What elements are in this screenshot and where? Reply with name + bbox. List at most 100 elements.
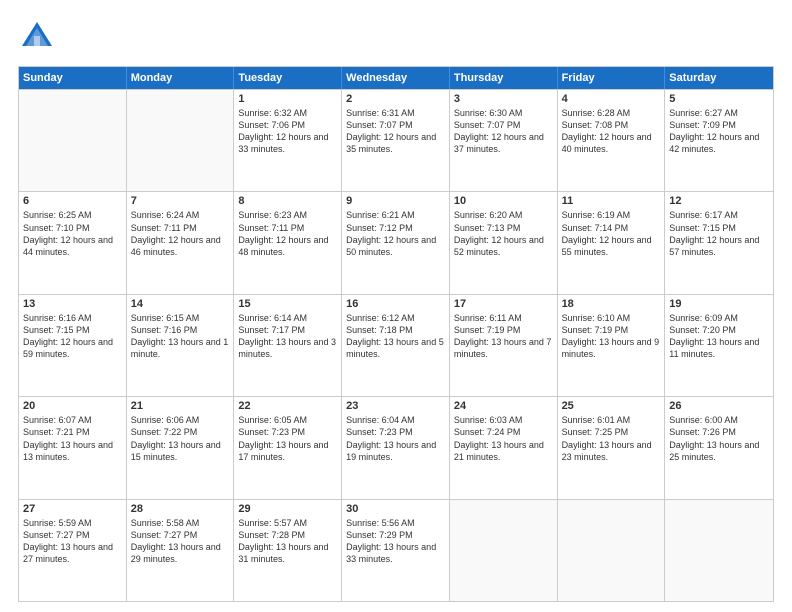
calendar-cell-3-6: 26 Sunrise: 6:00 AM Sunset: 7:26 PM Dayli… [665, 397, 773, 498]
calendar: SundayMondayTuesdayWednesdayThursdayFrid… [18, 66, 774, 602]
header-day-thursday: Thursday [450, 67, 558, 89]
calendar-cell-4-4 [450, 500, 558, 601]
calendar-cell-1-6: 12 Sunrise: 6:17 AM Sunset: 7:15 PM Dayli… [665, 192, 773, 293]
day-number: 1 [238, 93, 337, 105]
calendar-cell-3-0: 20Sunrise: 6:07 AM Sunset: 7:21 PM Dayli… [19, 397, 127, 498]
day-number: 18 [562, 298, 661, 310]
day-number: 8 [238, 195, 337, 207]
cell-text: Sunrise: 6:10 AM Sunset: 7:19 PM Dayligh… [562, 312, 661, 361]
logo-icon [18, 18, 56, 56]
calendar-cell-4-0: 27 Sunrise: 5:59 AM Sunset: 7:27 PM Dayli… [19, 500, 127, 601]
cell-text: Sunrise: 6:16 AM Sunset: 7:15 PM Dayligh… [23, 312, 122, 361]
calendar-cell-2-2: 15Sunrise: 6:14 AM Sunset: 7:17 PM Dayli… [234, 295, 342, 396]
cell-text: Sunrise: 5:57 AM Sunset: 7:28 PM Dayligh… [238, 517, 337, 566]
calendar-row-3: 20Sunrise: 6:07 AM Sunset: 7:21 PM Dayli… [19, 396, 773, 498]
day-number: 13 [23, 298, 122, 310]
cell-text: Sunrise: 6:24 AM Sunset: 7:11 PM Dayligh… [131, 209, 230, 258]
calendar-cell-2-1: 14 Sunrise: 6:15 AM Sunset: 7:16 PM Dayli… [127, 295, 235, 396]
cell-text: Sunrise: 5:56 AM Sunset: 7:29 PM Dayligh… [346, 517, 445, 566]
cell-text: Sunrise: 6:20 AM Sunset: 7:13 PM Dayligh… [454, 209, 553, 258]
calendar-cell-3-4: 24 Sunrise: 6:03 AM Sunset: 7:24 PM Dayli… [450, 397, 558, 498]
cell-text: Sunrise: 6:28 AM Sunset: 7:08 PM Dayligh… [562, 107, 661, 156]
calendar-cell-0-5: 4 Sunrise: 6:28 AM Sunset: 7:08 PM Daylig… [558, 90, 666, 191]
cell-text: Sunrise: 6:25 AM Sunset: 7:10 PM Dayligh… [23, 209, 122, 258]
day-number: 28 [131, 503, 230, 515]
day-number: 26 [669, 400, 769, 412]
header-day-saturday: Saturday [665, 67, 773, 89]
calendar-cell-0-3: 2 Sunrise: 6:31 AM Sunset: 7:07 PM Daylig… [342, 90, 450, 191]
calendar-cell-1-4: 10Sunrise: 6:20 AM Sunset: 7:13 PM Dayli… [450, 192, 558, 293]
day-number: 12 [669, 195, 769, 207]
calendar-cell-4-2: 29 Sunrise: 5:57 AM Sunset: 7:28 PM Dayli… [234, 500, 342, 601]
cell-text: Sunrise: 6:27 AM Sunset: 7:09 PM Dayligh… [669, 107, 769, 156]
calendar-cell-3-5: 25 Sunrise: 6:01 AM Sunset: 7:25 PM Dayli… [558, 397, 666, 498]
calendar-cell-1-1: 7 Sunrise: 6:24 AM Sunset: 7:11 PM Daylig… [127, 192, 235, 293]
calendar-cell-3-3: 23Sunrise: 6:04 AM Sunset: 7:23 PM Dayli… [342, 397, 450, 498]
day-number: 27 [23, 503, 122, 515]
day-number: 11 [562, 195, 661, 207]
day-number: 17 [454, 298, 553, 310]
cell-text: Sunrise: 5:58 AM Sunset: 7:27 PM Dayligh… [131, 517, 230, 566]
cell-text: Sunrise: 6:06 AM Sunset: 7:22 PM Dayligh… [131, 414, 230, 463]
day-number: 19 [669, 298, 769, 310]
header-day-monday: Monday [127, 67, 235, 89]
calendar-cell-4-1: 28 Sunrise: 5:58 AM Sunset: 7:27 PM Dayli… [127, 500, 235, 601]
calendar-row-2: 13 Sunrise: 6:16 AM Sunset: 7:15 PM Dayli… [19, 294, 773, 396]
calendar-cell-1-2: 8 Sunrise: 6:23 AM Sunset: 7:11 PM Daylig… [234, 192, 342, 293]
calendar-cell-2-3: 16 Sunrise: 6:12 AM Sunset: 7:18 PM Dayli… [342, 295, 450, 396]
day-number: 4 [562, 93, 661, 105]
cell-text: Sunrise: 6:15 AM Sunset: 7:16 PM Dayligh… [131, 312, 230, 361]
day-number: 14 [131, 298, 230, 310]
calendar-cell-0-2: 1 Sunrise: 6:32 AM Sunset: 7:06 PM Daylig… [234, 90, 342, 191]
day-number: 7 [131, 195, 230, 207]
cell-text: Sunrise: 5:59 AM Sunset: 7:27 PM Dayligh… [23, 517, 122, 566]
day-number: 22 [238, 400, 337, 412]
calendar-cell-0-6: 5 Sunrise: 6:27 AM Sunset: 7:09 PM Daylig… [665, 90, 773, 191]
day-number: 5 [669, 93, 769, 105]
day-number: 25 [562, 400, 661, 412]
header [18, 18, 774, 56]
cell-text: Sunrise: 6:17 AM Sunset: 7:15 PM Dayligh… [669, 209, 769, 258]
day-number: 3 [454, 93, 553, 105]
day-number: 2 [346, 93, 445, 105]
logo [18, 18, 62, 56]
calendar-row-4: 27 Sunrise: 5:59 AM Sunset: 7:27 PM Dayli… [19, 499, 773, 601]
cell-text: Sunrise: 6:01 AM Sunset: 7:25 PM Dayligh… [562, 414, 661, 463]
calendar-cell-2-5: 18 Sunrise: 6:10 AM Sunset: 7:19 PM Dayli… [558, 295, 666, 396]
cell-text: Sunrise: 6:19 AM Sunset: 7:14 PM Dayligh… [562, 209, 661, 258]
header-day-tuesday: Tuesday [234, 67, 342, 89]
day-number: 6 [23, 195, 122, 207]
header-day-sunday: Sunday [19, 67, 127, 89]
calendar-cell-4-5 [558, 500, 666, 601]
calendar-cell-1-0: 6 Sunrise: 6:25 AM Sunset: 7:10 PM Daylig… [19, 192, 127, 293]
cell-text: Sunrise: 6:05 AM Sunset: 7:23 PM Dayligh… [238, 414, 337, 463]
cell-text: Sunrise: 6:23 AM Sunset: 7:11 PM Dayligh… [238, 209, 337, 258]
day-number: 21 [131, 400, 230, 412]
cell-text: Sunrise: 6:07 AM Sunset: 7:21 PM Dayligh… [23, 414, 122, 463]
calendar-cell-1-5: 11 Sunrise: 6:19 AM Sunset: 7:14 PM Dayli… [558, 192, 666, 293]
header-day-wednesday: Wednesday [342, 67, 450, 89]
cell-text: Sunrise: 6:32 AM Sunset: 7:06 PM Dayligh… [238, 107, 337, 156]
calendar-cell-2-4: 17Sunrise: 6:11 AM Sunset: 7:19 PM Dayli… [450, 295, 558, 396]
cell-text: Sunrise: 6:21 AM Sunset: 7:12 PM Dayligh… [346, 209, 445, 258]
calendar-cell-3-2: 22 Sunrise: 6:05 AM Sunset: 7:23 PM Dayli… [234, 397, 342, 498]
cell-text: Sunrise: 6:03 AM Sunset: 7:24 PM Dayligh… [454, 414, 553, 463]
calendar-body: 1 Sunrise: 6:32 AM Sunset: 7:06 PM Daylig… [19, 89, 773, 601]
cell-text: Sunrise: 6:04 AM Sunset: 7:23 PM Dayligh… [346, 414, 445, 463]
calendar-cell-0-1 [127, 90, 235, 191]
cell-text: Sunrise: 6:12 AM Sunset: 7:18 PM Dayligh… [346, 312, 445, 361]
calendar-row-0: 1 Sunrise: 6:32 AM Sunset: 7:06 PM Daylig… [19, 89, 773, 191]
calendar-cell-0-4: 3Sunrise: 6:30 AM Sunset: 7:07 PM Daylig… [450, 90, 558, 191]
cell-text: Sunrise: 6:09 AM Sunset: 7:20 PM Dayligh… [669, 312, 769, 361]
calendar-row-1: 6 Sunrise: 6:25 AM Sunset: 7:10 PM Daylig… [19, 191, 773, 293]
calendar-header: SundayMondayTuesdayWednesdayThursdayFrid… [19, 67, 773, 89]
calendar-cell-4-6 [665, 500, 773, 601]
cell-text: Sunrise: 6:14 AM Sunset: 7:17 PM Dayligh… [238, 312, 337, 361]
day-number: 16 [346, 298, 445, 310]
cell-text: Sunrise: 6:31 AM Sunset: 7:07 PM Dayligh… [346, 107, 445, 156]
day-number: 30 [346, 503, 445, 515]
day-number: 24 [454, 400, 553, 412]
day-number: 29 [238, 503, 337, 515]
calendar-cell-2-0: 13 Sunrise: 6:16 AM Sunset: 7:15 PM Dayli… [19, 295, 127, 396]
cell-text: Sunrise: 6:00 AM Sunset: 7:26 PM Dayligh… [669, 414, 769, 463]
